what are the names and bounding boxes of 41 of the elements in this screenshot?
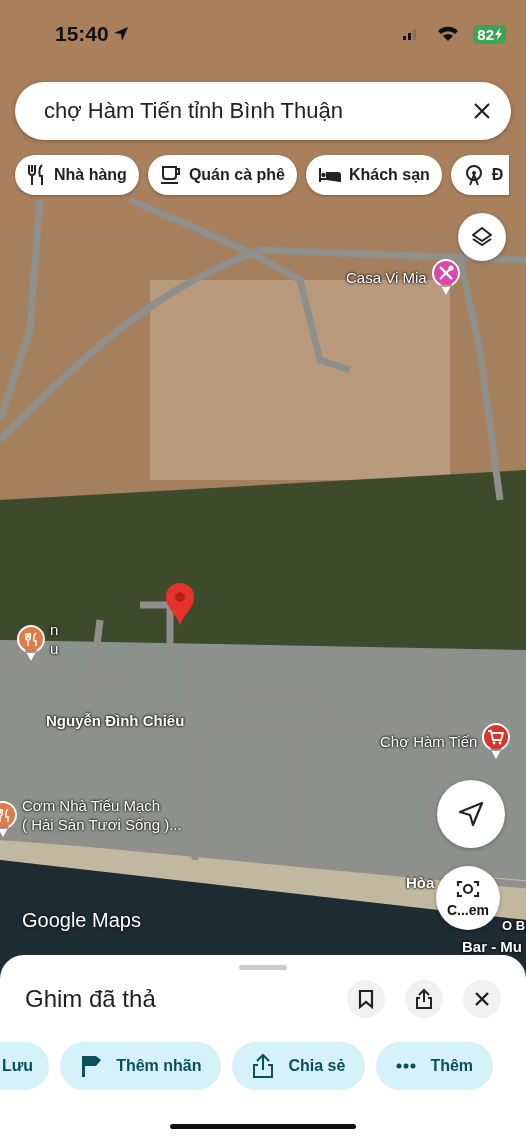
category-chip[interactable]: Quán cà phê xyxy=(147,155,297,195)
navigation-arrow-icon xyxy=(458,801,484,827)
close-icon xyxy=(474,991,490,1007)
cup-icon xyxy=(159,165,182,185)
search-input[interactable]: chợ Hàm Tiến tỉnh Bình Thuận xyxy=(44,98,473,124)
place-marker-icon[interactable] xyxy=(481,722,512,760)
wifi-icon xyxy=(437,26,460,42)
map-logo: Google Maps xyxy=(22,909,141,932)
category-chip[interactable]: Nhà hàng xyxy=(15,155,139,195)
place-marker-icon[interactable] xyxy=(430,258,461,296)
sheet-title: Ghim đã thả xyxy=(25,985,157,1013)
drag-handle[interactable] xyxy=(239,965,287,970)
dropped-pin-icon xyxy=(164,582,196,626)
place-marker-icon[interactable] xyxy=(16,624,46,662)
map-label: Nguyễn Đình Chiểu xyxy=(46,712,185,729)
map-label: Hòa xyxy=(406,874,435,891)
layers-icon xyxy=(470,225,494,249)
map-label: O B xyxy=(502,918,526,933)
share-icon xyxy=(415,988,433,1010)
status-time: 15:40 xyxy=(55,22,109,46)
bookmark-button[interactable] xyxy=(347,980,385,1018)
place-label[interactable]: Casa Vi Mia xyxy=(346,267,427,287)
close-icon[interactable] xyxy=(473,102,491,120)
share-button[interactable] xyxy=(405,980,443,1018)
action-chip[interactable]: Thêm xyxy=(376,1042,494,1090)
close-button[interactable] xyxy=(463,980,501,1018)
camera-icon xyxy=(456,878,480,900)
action-chip[interactable]: Chia sẻ xyxy=(232,1042,366,1090)
flag-icon xyxy=(80,1054,103,1078)
location-arrow-icon xyxy=(112,26,129,42)
bed-icon xyxy=(317,167,342,183)
bookmark-icon xyxy=(358,989,374,1009)
place-label[interactable]: n u xyxy=(50,620,59,658)
map-label: Bar - Mu xyxy=(462,938,522,955)
action-chip[interactable]: Lưu xyxy=(0,1042,50,1090)
action-chip[interactable]: Thêm nhãn xyxy=(60,1042,222,1090)
more-dots-icon xyxy=(396,1063,417,1069)
search-field[interactable]: chợ Hàm Tiến tỉnh Bình Thuận xyxy=(15,82,511,140)
category-chip[interactable]: Đ xyxy=(450,155,510,195)
category-chip[interactable]: Khách sạn xyxy=(305,155,442,195)
share-icon xyxy=(252,1053,275,1079)
